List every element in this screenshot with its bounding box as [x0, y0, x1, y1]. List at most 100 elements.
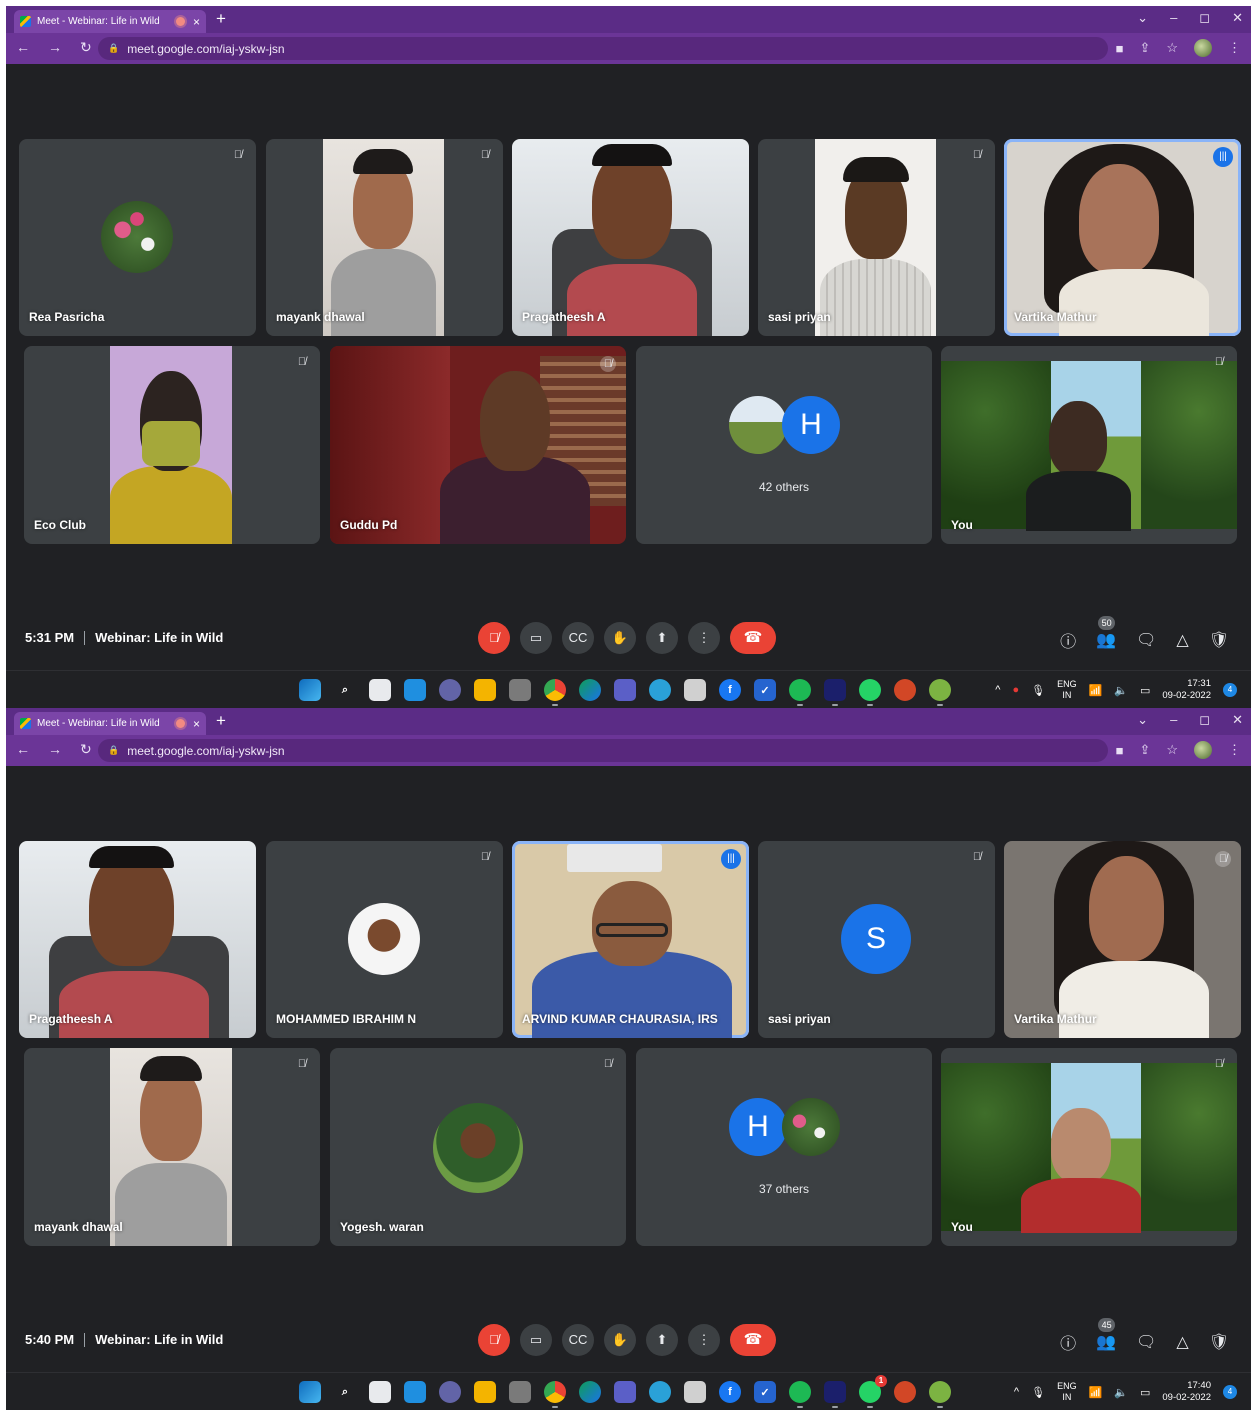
- edge-icon[interactable]: [579, 679, 601, 701]
- chat-app-icon[interactable]: [439, 1381, 461, 1403]
- widgets-icon[interactable]: [404, 1381, 426, 1403]
- restore-button[interactable]: ◻: [1199, 10, 1210, 26]
- chrome-icon[interactable]: [544, 679, 566, 706]
- participant-tile[interactable]: 🎙̸ Rea Pasricha: [19, 139, 256, 336]
- participant-tile[interactable]: 🎙̸ mayank dhawal: [24, 1048, 320, 1246]
- language-indicator[interactable]: ENG IN: [1057, 679, 1077, 701]
- notification-count[interactable]: 4: [1223, 683, 1237, 697]
- whatsapp-icon[interactable]: [859, 679, 881, 706]
- mic-tray-icon[interactable]: 🎙: [1031, 1386, 1045, 1399]
- wifi-icon[interactable]: 📶: [1089, 1386, 1103, 1399]
- todo-icon[interactable]: ✓: [754, 1381, 776, 1403]
- camera-indicator-icon[interactable]: ■: [1116, 41, 1124, 56]
- new-tab-button[interactable]: +: [216, 711, 226, 731]
- captions-button[interactable]: CC: [562, 622, 594, 654]
- teams-icon[interactable]: [614, 1381, 636, 1403]
- participant-tile[interactable]: Pragatheesh A: [19, 841, 256, 1038]
- chat-icon[interactable]: 🗨: [1136, 630, 1156, 650]
- edge-icon[interactable]: [579, 1381, 601, 1403]
- participant-tile[interactable]: Pragatheesh A: [512, 139, 749, 336]
- bookmark-star-icon[interactable]: ☆: [1166, 40, 1178, 56]
- address-bar[interactable]: 🔒 meet.google.com/iaj-yskw-jsn: [98, 739, 1108, 762]
- participant-tile[interactable]: ||| Vartika Mathur: [1004, 139, 1241, 336]
- camera-indicator-icon[interactable]: ■: [1116, 743, 1124, 758]
- participant-tile[interactable]: 🎙̸ Guddu Pd: [330, 346, 626, 544]
- language-indicator[interactable]: ENG IN: [1057, 1381, 1077, 1403]
- reload-icon[interactable]: ↻: [80, 741, 92, 758]
- file-explorer-icon[interactable]: [474, 679, 496, 701]
- share-icon[interactable]: ⇪: [1139, 40, 1150, 56]
- tab-search-icon[interactable]: ⌄: [1137, 712, 1148, 728]
- file-explorer-icon[interactable]: [474, 1381, 496, 1403]
- powerpoint-icon[interactable]: [894, 679, 916, 701]
- participant-tile[interactable]: 🎙̸ mayank dhawal: [266, 139, 503, 336]
- raise-hand-button[interactable]: ✋: [604, 1324, 636, 1356]
- spotify-icon[interactable]: [789, 1381, 811, 1408]
- whatsapp-icon[interactable]: 1: [859, 1375, 887, 1408]
- participant-tile[interactable]: 🎙̸ sasi priyan: [758, 139, 995, 336]
- clock[interactable]: 17:40 09-02-2022: [1162, 1380, 1211, 1404]
- start-icon[interactable]: [299, 679, 321, 701]
- participant-tile[interactable]: ||| ARVIND KUMAR CHAURASIA, IRS: [512, 841, 749, 1038]
- tab-close-icon[interactable]: ×: [193, 717, 200, 731]
- close-window-button[interactable]: ✕: [1232, 712, 1243, 728]
- browser-menu-icon[interactable]: ⋮: [1228, 742, 1241, 758]
- teams-icon[interactable]: [614, 679, 636, 701]
- present-button[interactable]: ⬆: [646, 1324, 678, 1356]
- mic-off-button[interactable]: 🎙̸: [478, 1324, 510, 1356]
- raise-hand-button[interactable]: ✋: [604, 622, 636, 654]
- participant-tile[interactable]: 🎙̸ You: [941, 1048, 1237, 1246]
- telegram-icon[interactable]: [649, 679, 671, 701]
- chat-app-icon[interactable]: [439, 679, 461, 701]
- telegram-icon[interactable]: [649, 1381, 671, 1403]
- participant-tile[interactable]: 🎙̸ Yogesh. waran: [330, 1048, 626, 1246]
- calculator-icon[interactable]: [509, 679, 531, 701]
- browser-tab[interactable]: Meet - Webinar: Life in Wild ×: [14, 10, 206, 33]
- participant-tile[interactable]: 🎙̸ Eco Club: [24, 346, 320, 544]
- leave-call-button[interactable]: ☎: [730, 1324, 776, 1356]
- people-button[interactable]: 45 👥: [1096, 1318, 1116, 1352]
- chrome-profile-icon[interactable]: [929, 1381, 951, 1408]
- battery-icon[interactable]: ▭: [1140, 684, 1150, 697]
- mic-tray-icon[interactable]: 🎙: [1031, 684, 1045, 697]
- meeting-details-icon[interactable]: ⓘ: [1060, 1330, 1076, 1354]
- document-reader-icon[interactable]: [684, 1381, 706, 1403]
- spotify-icon[interactable]: [789, 679, 811, 706]
- widgets-icon[interactable]: [404, 679, 426, 701]
- chrome-profile-icon[interactable]: [929, 679, 951, 706]
- camera-button[interactable]: ▭: [520, 622, 552, 654]
- camera-button[interactable]: ▭: [520, 1324, 552, 1356]
- participant-tile[interactable]: 🎙̸ You: [941, 346, 1237, 544]
- chrome-icon[interactable]: [544, 1381, 566, 1408]
- calculator-icon[interactable]: [509, 1381, 531, 1403]
- host-controls-icon[interactable]: 🛡: [1209, 1332, 1229, 1352]
- present-button[interactable]: ⬆: [646, 622, 678, 654]
- mic-off-button[interactable]: 🎙̸: [478, 622, 510, 654]
- participant-tile[interactable]: 🎙̸ Vartika Mathur: [1004, 841, 1241, 1038]
- new-tab-button[interactable]: +: [216, 9, 226, 29]
- more-options-button[interactable]: ⋮: [688, 622, 720, 654]
- close-window-button[interactable]: ✕: [1232, 10, 1243, 26]
- bookmark-star-icon[interactable]: ☆: [1166, 742, 1178, 758]
- webex-icon[interactable]: [824, 679, 846, 706]
- tray-overflow-icon[interactable]: ^: [995, 684, 1000, 696]
- task-view-icon[interactable]: [369, 679, 391, 701]
- battery-icon[interactable]: ▭: [1140, 1386, 1150, 1399]
- meeting-details-icon[interactable]: ⓘ: [1060, 628, 1076, 652]
- people-button[interactable]: 50 👥: [1096, 616, 1116, 650]
- others-tile[interactable]: H 42 others: [636, 346, 932, 544]
- reload-icon[interactable]: ↻: [80, 39, 92, 56]
- wifi-icon[interactable]: 📶: [1089, 684, 1103, 697]
- forward-icon[interactable]: →: [48, 39, 62, 56]
- facebook-icon[interactable]: f: [719, 679, 741, 701]
- forward-icon[interactable]: →: [48, 741, 62, 758]
- tray-overflow-icon[interactable]: ^: [1014, 1386, 1019, 1398]
- volume-icon[interactable]: 🔈: [1114, 1386, 1128, 1399]
- others-tile[interactable]: H 37 others: [636, 1048, 932, 1246]
- host-controls-icon[interactable]: 🛡: [1209, 630, 1229, 650]
- share-icon[interactable]: ⇪: [1139, 742, 1150, 758]
- captions-button[interactable]: CC: [562, 1324, 594, 1356]
- facebook-icon[interactable]: f: [719, 1381, 741, 1403]
- powerpoint-icon[interactable]: [894, 1381, 916, 1403]
- activities-icon[interactable]: △: [1176, 630, 1188, 650]
